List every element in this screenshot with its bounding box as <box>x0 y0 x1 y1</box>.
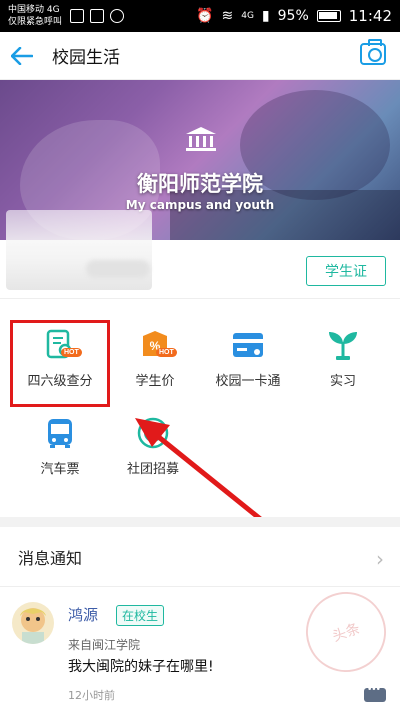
image-icon <box>90 9 105 23</box>
message-time: 12小时前 <box>68 689 115 702</box>
grid-item-internship[interactable]: 实习 <box>293 300 393 400</box>
grid-item-campus-card[interactable]: 校园一卡通 <box>198 300 298 400</box>
battery-percent: 95% <box>277 8 309 24</box>
status-badge: 在校生 <box>116 605 165 626</box>
wifi-icon: ≋ <box>221 8 234 24</box>
club-icon <box>136 416 170 450</box>
notification-icon <box>70 9 85 23</box>
camera-icon[interactable] <box>360 39 386 65</box>
carrier-info: 中国移动 4G 仅限紧急呼叫 <box>8 4 62 28</box>
page-title: 校园生活 <box>52 48 120 68</box>
sender-school: 来自闽江学院 <box>68 638 141 652</box>
user-avatar-blurred[interactable] <box>6 210 152 290</box>
hot-badge: HOT <box>156 348 177 357</box>
student-card-button[interactable]: 学生证 <box>306 256 386 286</box>
card-icon <box>231 328 265 362</box>
bus-icon <box>43 416 77 450</box>
grid-item-label: 社团招募 <box>126 462 179 477</box>
profile-row: 学生证 <box>0 210 400 298</box>
avatar[interactable] <box>12 602 54 644</box>
chevron-right-icon: › <box>376 547 384 571</box>
more-options-icon[interactable] <box>364 685 386 702</box>
battery-icon <box>316 10 341 22</box>
grid-item-label: 汽车票 <box>40 462 80 477</box>
notifications-header[interactable]: 消息通知 › <box>0 527 400 587</box>
app-header: 校园生活 <box>0 32 400 80</box>
grid-item-club-recruit[interactable]: 社团招募 <box>103 388 203 488</box>
notifications-title: 消息通知 <box>18 548 83 568</box>
sprout-icon <box>326 328 360 362</box>
carrier-name: 中国移动 4G <box>8 5 60 15</box>
school-name: 衡阳师范学院 <box>137 172 263 196</box>
highlight-annotation-box <box>10 320 110 407</box>
alarm-icon: ⏰ <box>196 8 214 24</box>
sender-name[interactable]: 鸿源 <box>68 604 98 625</box>
message-text: 我大闽院的妹子在哪里! <box>68 659 214 675</box>
divider <box>0 298 400 299</box>
grid-item-student-price[interactable]: % HOT 学生价 <box>105 300 205 400</box>
status-bar: 中国移动 4G 仅限紧急呼叫 ⏰ ≋ 4G ▮ 95% 11:42 <box>0 0 400 32</box>
network-type: 4G <box>241 11 254 21</box>
headline-stamp: 头条 <box>294 580 398 684</box>
grid-item-label: 学生价 <box>135 374 175 389</box>
school-building-icon <box>186 127 216 151</box>
message-item[interactable]: 鸿源 在校生 来自闽江学院 我大闽院的妹子在哪里! 12小时前 头条 <box>0 580 400 711</box>
shield-icon <box>110 9 125 23</box>
section-divider <box>0 517 400 527</box>
discount-tag-icon: % HOT <box>138 328 177 362</box>
signal-icon: ▮ <box>261 8 270 24</box>
grid-item-label: 实习 <box>329 374 356 389</box>
back-arrow-icon[interactable] <box>0 32 44 80</box>
user-name-blurred <box>86 260 150 278</box>
grid-item-label: 校园一卡通 <box>215 374 281 389</box>
emergency-only: 仅限紧急呼叫 <box>8 17 63 27</box>
clock: 11:42 <box>348 7 392 25</box>
